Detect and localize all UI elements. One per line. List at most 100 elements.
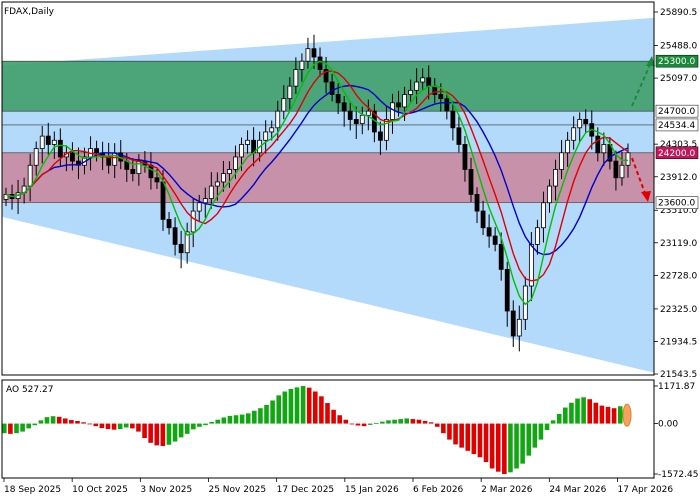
ao-bar-13	[81, 422, 86, 424]
candle-body-49	[299, 60, 305, 70]
ao-bar-88	[538, 423, 544, 440]
ao-bar-45	[276, 395, 282, 424]
ao-bar-72	[441, 423, 446, 434]
candle-body-32	[196, 202, 202, 212]
ao-bar-91	[556, 413, 562, 424]
candle-body-6	[39, 135, 45, 150]
ao-bar-86	[526, 423, 532, 456]
ao-bar-59	[361, 423, 367, 427]
ao-bar-85	[520, 423, 525, 464]
ao-bar-15	[93, 423, 99, 427]
ao-bar-58	[355, 423, 361, 426]
ao-bar-81	[495, 423, 501, 472]
ao-bar-20	[123, 423, 129, 428]
candle-body-73	[444, 98, 450, 112]
fdax-daily-chart: FDAX,Daily 25890.525488.025097.024303.52…	[0, 0, 700, 500]
ao-bar-46	[282, 391, 288, 424]
candle-body-67	[408, 89, 414, 95]
candle-body-15	[94, 148, 99, 154]
candle-body-26	[160, 181, 166, 220]
date-tick-label-0: 18 Sep 2025	[4, 485, 61, 495]
ao-bar-37	[227, 415, 233, 424]
candle-body-68	[414, 81, 420, 91]
date-tick-label-9: 17 Apr 2026	[617, 485, 673, 495]
buy-zone	[2, 61, 654, 112]
candle-body-96	[583, 119, 589, 125]
candle-body-78	[474, 194, 480, 212]
ao-bar-26	[160, 423, 166, 447]
ao-bar-89	[544, 423, 550, 430]
price-tick-label-8: 22325.0	[660, 305, 697, 315]
ao-bar-25	[154, 423, 160, 446]
candle-body-44	[269, 127, 275, 133]
candle-body-21	[130, 169, 136, 174]
ao-bar-8	[50, 416, 56, 424]
candle-body-4	[27, 164, 33, 187]
ao-bar-52	[319, 396, 324, 424]
ao-bar-94	[575, 398, 580, 424]
price-tick-label-10: 21543.5	[660, 370, 697, 380]
ao-bar-4	[26, 423, 31, 429]
ao-bar-78	[477, 423, 483, 458]
candle-body-90	[547, 185, 552, 204]
ao-bar-99	[605, 406, 611, 424]
level-label-0: 25300.0	[658, 57, 695, 67]
candle-body-64	[390, 102, 395, 120]
candle-body-54	[329, 81, 335, 95]
ao-bar-10	[62, 418, 68, 424]
ao-bar-38	[233, 415, 239, 424]
ao-bar-70	[428, 422, 434, 424]
ao-bar-30	[184, 423, 190, 434]
price-tick-label-4: 23912.0	[660, 173, 697, 183]
candle-body-27	[166, 218, 172, 229]
candle-body-59	[359, 114, 365, 125]
candle-body-76	[462, 144, 468, 170]
ao-bar-33	[203, 423, 208, 426]
candle-body-91	[553, 169, 558, 187]
date-tick-label-3: 25 Nov 2025	[208, 485, 266, 495]
candle-body-34	[208, 185, 214, 199]
ao-bar-18	[111, 423, 117, 430]
ao-bar-21	[130, 423, 135, 429]
candle-body-43	[263, 131, 269, 141]
ao-bar-96	[587, 399, 593, 424]
candle-body-85	[516, 318, 522, 337]
candle-body-52	[317, 56, 323, 70]
date-tick-label-4: 17 Dec 2025	[277, 485, 335, 495]
ao-bar-17	[105, 423, 111, 430]
candle-body-81	[492, 235, 498, 245]
candle-body-55	[335, 94, 341, 104]
candle-body-58	[353, 119, 359, 125]
ao-bar-66	[404, 418, 410, 424]
candle-body-94	[571, 127, 577, 141]
ao-bar-53	[325, 403, 330, 424]
candle-body-8	[51, 139, 57, 145]
candle-body-62	[378, 131, 383, 141]
ao-bar-7	[44, 417, 50, 424]
candle-body-88	[535, 227, 540, 245]
candle-body-37	[227, 169, 232, 174]
candle-body-45	[275, 110, 281, 129]
ao-bar-60	[367, 423, 373, 425]
ao-bar-55	[337, 415, 342, 424]
candle-body-33	[202, 198, 208, 204]
ao-bar-75	[459, 423, 464, 448]
candle-body-83	[504, 268, 510, 312]
ao-bar-67	[410, 419, 416, 424]
ao-bar-39	[239, 414, 245, 424]
date-tick-label-5: 15 Jan 2026	[345, 485, 399, 495]
ao-bar-73	[447, 423, 452, 440]
indicator-label: AO 527.27	[6, 385, 53, 395]
price-tick-label-0: 25890.5	[660, 8, 697, 18]
level-label-2: 24534.4	[658, 121, 695, 131]
candle-body-39	[239, 144, 244, 158]
candle-body-101	[613, 160, 619, 179]
ao-bar-19	[117, 423, 123, 430]
ao-bar-57	[349, 423, 355, 425]
candle-body-50	[305, 48, 311, 62]
candle-body-75	[456, 127, 462, 145]
date-tick-label-7: 2 Mar 2026	[481, 485, 533, 495]
level-label-1: 24700.0	[658, 107, 695, 117]
candle-body-84	[510, 310, 516, 337]
candle-body-99	[601, 144, 607, 154]
